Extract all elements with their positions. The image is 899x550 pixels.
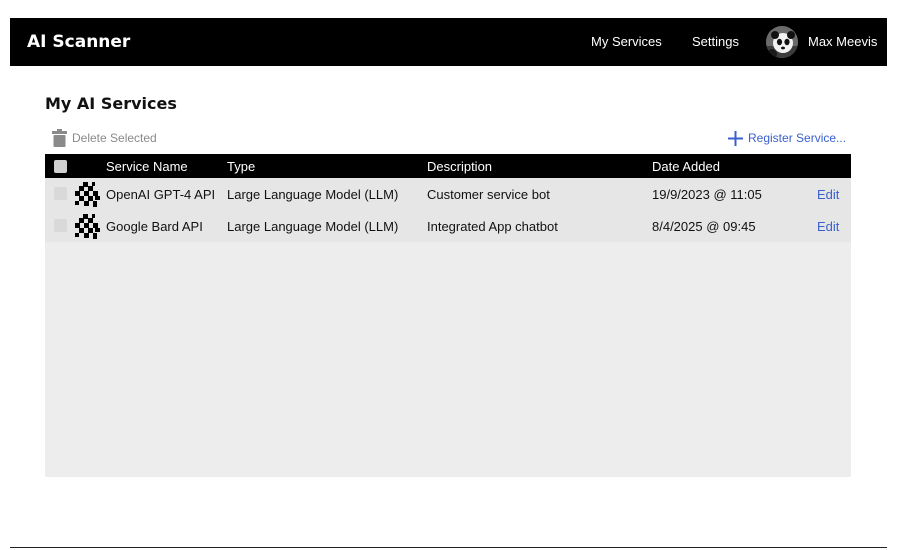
service-type: Large Language Model (LLM)	[227, 219, 399, 234]
header-description[interactable]: Description	[427, 159, 492, 175]
services-table: Service Name Type Description Date Added…	[45, 154, 851, 477]
checkerboard-service-icon	[75, 214, 100, 239]
header-date-added[interactable]: Date Added	[652, 159, 720, 175]
header-service-name[interactable]: Service Name	[106, 159, 188, 175]
app-title: AI Scanner	[27, 32, 131, 52]
table-row[interactable]: Google Bard API Large Language Model (LL…	[45, 210, 851, 242]
page: AI Scanner My Services Settings Max Meev…	[0, 0, 899, 550]
service-name: OpenAI GPT-4 API	[106, 187, 216, 202]
trash-icon	[52, 129, 67, 147]
top-navigation-bar: AI Scanner My Services Settings Max Meev…	[10, 18, 887, 66]
table-header: Service Name Type Description Date Added	[45, 154, 851, 178]
service-description: Integrated App chatbot	[427, 219, 558, 234]
edit-link[interactable]: Edit	[817, 219, 839, 235]
service-type: Large Language Model (LLM)	[227, 187, 399, 202]
row-checkbox[interactable]	[54, 187, 67, 200]
nav-my-services-link[interactable]: My Services	[591, 34, 662, 50]
table-row[interactable]: OpenAI GPT-4 API Large Language Model (L…	[45, 178, 851, 210]
service-name: Google Bard API	[106, 219, 203, 234]
register-service-button[interactable]: Register Service...	[728, 129, 846, 147]
header-type[interactable]: Type	[227, 159, 255, 175]
nav-settings-link[interactable]: Settings	[692, 34, 739, 50]
footer-divider	[10, 547, 887, 548]
select-all-checkbox[interactable]	[54, 160, 67, 173]
checkerboard-service-icon	[75, 182, 100, 207]
panda-avatar-icon	[766, 26, 798, 58]
user-avatar[interactable]	[766, 26, 798, 58]
row-checkbox[interactable]	[54, 219, 67, 232]
service-description: Customer service bot	[427, 187, 550, 202]
service-date-added: 19/9/2023 @ 11:05	[652, 187, 762, 202]
service-date-added: 8/4/2025 @ 09:45	[652, 219, 756, 234]
delete-selected-button[interactable]: Delete Selected	[52, 129, 157, 147]
delete-selected-label: Delete Selected	[72, 131, 157, 145]
plus-icon	[728, 130, 743, 146]
edit-link[interactable]: Edit	[817, 187, 839, 203]
page-title: My AI Services	[45, 94, 177, 113]
register-service-label: Register Service...	[748, 131, 847, 145]
user-name[interactable]: Max Meevis	[808, 34, 877, 50]
